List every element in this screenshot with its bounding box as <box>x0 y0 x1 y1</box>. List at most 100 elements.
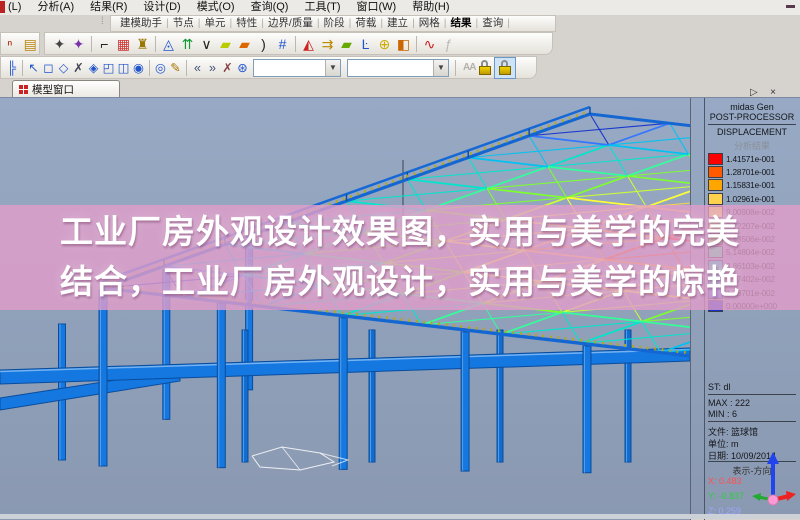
toolbar-results: ✦✦⌐▦♜◬⇈∨▰▰)#◭⇉▰Ŀ⊕◧∿ƒ <box>44 32 553 55</box>
plate-force-icon[interactable]: ▰ <box>337 34 356 54</box>
legend-value: 1.02961e-001 <box>726 194 775 204</box>
select-window-icon[interactable]: ◻ <box>41 58 56 78</box>
frame-view-icon[interactable]: ▦ <box>114 34 133 54</box>
legend-swatch <box>708 166 723 178</box>
legend-swatch <box>708 179 723 191</box>
select-intersect-icon[interactable]: ✗ <box>71 58 86 78</box>
ribbon-tab-7[interactable]: 建立 <box>384 16 411 31</box>
toolbar-selection: ╠↖◻◇✗◈◰◫◉◎✎«»✗⊛ ▼ ▼ AA <box>0 56 537 79</box>
menu-item-8[interactable]: 帮助(H) <box>404 0 457 15</box>
application-chrome: (L)分析(A)结果(R)设计(D)模式(O)查询(Q)工具(T)窗口(W)帮助… <box>0 0 800 97</box>
select-previous-icon[interactable]: « <box>190 58 205 78</box>
beam-diagram-icon[interactable]: ) <box>254 34 273 54</box>
deselect-all-icon[interactable]: ✗ <box>220 58 235 78</box>
window-bottom-edge <box>0 514 800 519</box>
model-window-icon <box>19 85 28 94</box>
ribbon-tab-9[interactable]: 结果 <box>448 16 475 31</box>
toolbar-display-group: ⁿ▤ <box>0 32 40 55</box>
max-label: MAX : 222 <box>708 398 796 408</box>
document-tab-bar <box>0 80 800 97</box>
element-toggle-icon[interactable]: ▤ <box>22 34 40 54</box>
text-result-icon[interactable]: ƒ <box>439 34 458 54</box>
ribbon-separator: | <box>506 17 511 29</box>
legend-row: 1.15831e-001 <box>708 179 777 192</box>
lock-toggle-active[interactable] <box>494 57 516 79</box>
select-all-icon[interactable]: ⊛ <box>235 58 250 78</box>
select-next-icon[interactable]: » <box>205 58 220 78</box>
works-tree-icon[interactable]: ╠ <box>4 58 19 78</box>
legend-swatch <box>708 153 723 165</box>
legend-value: 1.28701e-001 <box>726 167 775 177</box>
truss-force-icon[interactable]: ◭ <box>299 34 318 54</box>
ribbon-tab-8[interactable]: 网格 <box>416 16 443 31</box>
legend-value: 1.15831e-001 <box>726 180 775 190</box>
load-case-label: ST: dl <box>708 382 796 392</box>
menu-item-5[interactable]: 查询(Q) <box>243 0 297 15</box>
result-type: DISPLACEMENT <box>708 127 796 137</box>
menu-item-2[interactable]: 结果(R) <box>82 0 135 15</box>
divider <box>708 421 796 422</box>
displacement-contour-icon[interactable]: ▰ <box>216 34 235 54</box>
headline-line1: 工业厂房外观设计效果图，实用与美学的完美 <box>0 207 800 257</box>
legend-row: 1.02961e-001 <box>708 192 777 205</box>
mode-label: POST-PROCESSOR <box>708 112 796 122</box>
ribbon-tab-1[interactable]: 节点 <box>170 16 197 31</box>
menu-item-1[interactable]: 分析(A) <box>29 0 82 15</box>
select-circle-icon[interactable]: ◎ <box>153 58 168 78</box>
node-toggle-icon[interactable]: ⁿ <box>1 34 19 54</box>
legend-swatch <box>708 193 723 205</box>
select-polygon-icon[interactable]: ◇ <box>56 58 71 78</box>
menu-item-3[interactable]: 设计(D) <box>135 0 188 15</box>
lattice-result-icon[interactable]: # <box>273 34 292 54</box>
menu-item-7[interactable]: 窗口(W) <box>349 0 405 15</box>
ribbon-tab-0[interactable]: 建模助手 <box>117 16 165 31</box>
legend-row: 1.28701e-001 <box>708 165 777 178</box>
ribbon-tab-10[interactable]: 查询 <box>479 16 506 31</box>
beam-force-icon[interactable]: ⇉ <box>318 34 337 54</box>
select-group-icon[interactable]: ◫ <box>116 58 131 78</box>
group-selection-combo[interactable]: ▼ <box>347 59 449 77</box>
headline-overlay: 工业厂房外观设计效果图，实用与美学的完美 结合，工业厂房外观设计，实用与美学的惊… <box>0 205 800 310</box>
unlock-icon[interactable] <box>479 60 491 75</box>
reaction-moment-icon[interactable]: ⇈ <box>178 34 197 54</box>
tab-model-window[interactable]: 模型窗口 <box>12 80 120 97</box>
graph-result-icon[interactable]: ∿ <box>420 34 439 54</box>
ribbon-tab-3[interactable]: 特性 <box>233 16 260 31</box>
menubar: (L)分析(A)结果(R)设计(D)模式(O)查询(Q)工具(T)窗口(W)帮助… <box>0 0 800 15</box>
ribbon-tab-2[interactable]: 单元 <box>201 16 228 31</box>
select-volume-icon[interactable]: ◰ <box>101 58 116 78</box>
app-icon <box>0 1 5 13</box>
solid-result-icon[interactable]: ◧ <box>394 34 413 54</box>
select-freehand-icon[interactable]: ✎ <box>168 58 183 78</box>
ribbon-tab-6[interactable]: 荷载 <box>352 16 379 31</box>
menu-item-4[interactable]: 模式(O) <box>189 0 243 15</box>
select-plane-icon[interactable]: ◈ <box>86 58 101 78</box>
chevron-down-icon[interactable]: ▼ <box>325 60 340 76</box>
autofit-text-icon[interactable]: AA <box>463 62 475 73</box>
chevron-down-icon[interactable]: ▼ <box>433 60 448 76</box>
reaction-icon[interactable]: ⌐ <box>95 34 114 54</box>
select-identity-icon[interactable]: ◉ <box>131 58 146 78</box>
selection-icons: ╠↖◻◇✗◈◰◫◉◎✎«»✗⊛ <box>4 58 250 78</box>
min-label: MIN : 6 <box>708 409 796 419</box>
deformed-shape-icon[interactable]: ∨ <box>197 34 216 54</box>
named-selection-combo[interactable]: ▼ <box>253 59 341 77</box>
minimize-button[interactable] <box>786 5 795 8</box>
element-axis-icon[interactable]: Ŀ <box>356 34 375 54</box>
ribbon-tab-5[interactable]: 阶段 <box>321 16 348 31</box>
stress-contour-icon[interactable]: ▰ <box>235 34 254 54</box>
toolbar-separator <box>455 60 456 76</box>
preprocess-mode-icon[interactable]: ✦ <box>50 34 69 54</box>
support-reaction-icon[interactable]: ◬ <box>159 34 178 54</box>
menu-item-6[interactable]: 工具(T) <box>296 0 348 15</box>
toolbar-separator <box>186 60 187 76</box>
divider <box>708 394 796 395</box>
toolbar-grip[interactable]: ⁞ <box>101 16 104 27</box>
toolbar-separator <box>295 36 296 52</box>
select-arrow-icon[interactable]: ↖ <box>26 58 41 78</box>
toolbar-separator <box>91 36 92 52</box>
node-result-icon[interactable]: ⊕ <box>375 34 394 54</box>
render-view-icon[interactable]: ♜ <box>133 34 152 54</box>
postprocess-mode-icon[interactable]: ✦ <box>69 34 88 54</box>
ribbon-tab-4[interactable]: 边界/质量 <box>265 16 316 31</box>
